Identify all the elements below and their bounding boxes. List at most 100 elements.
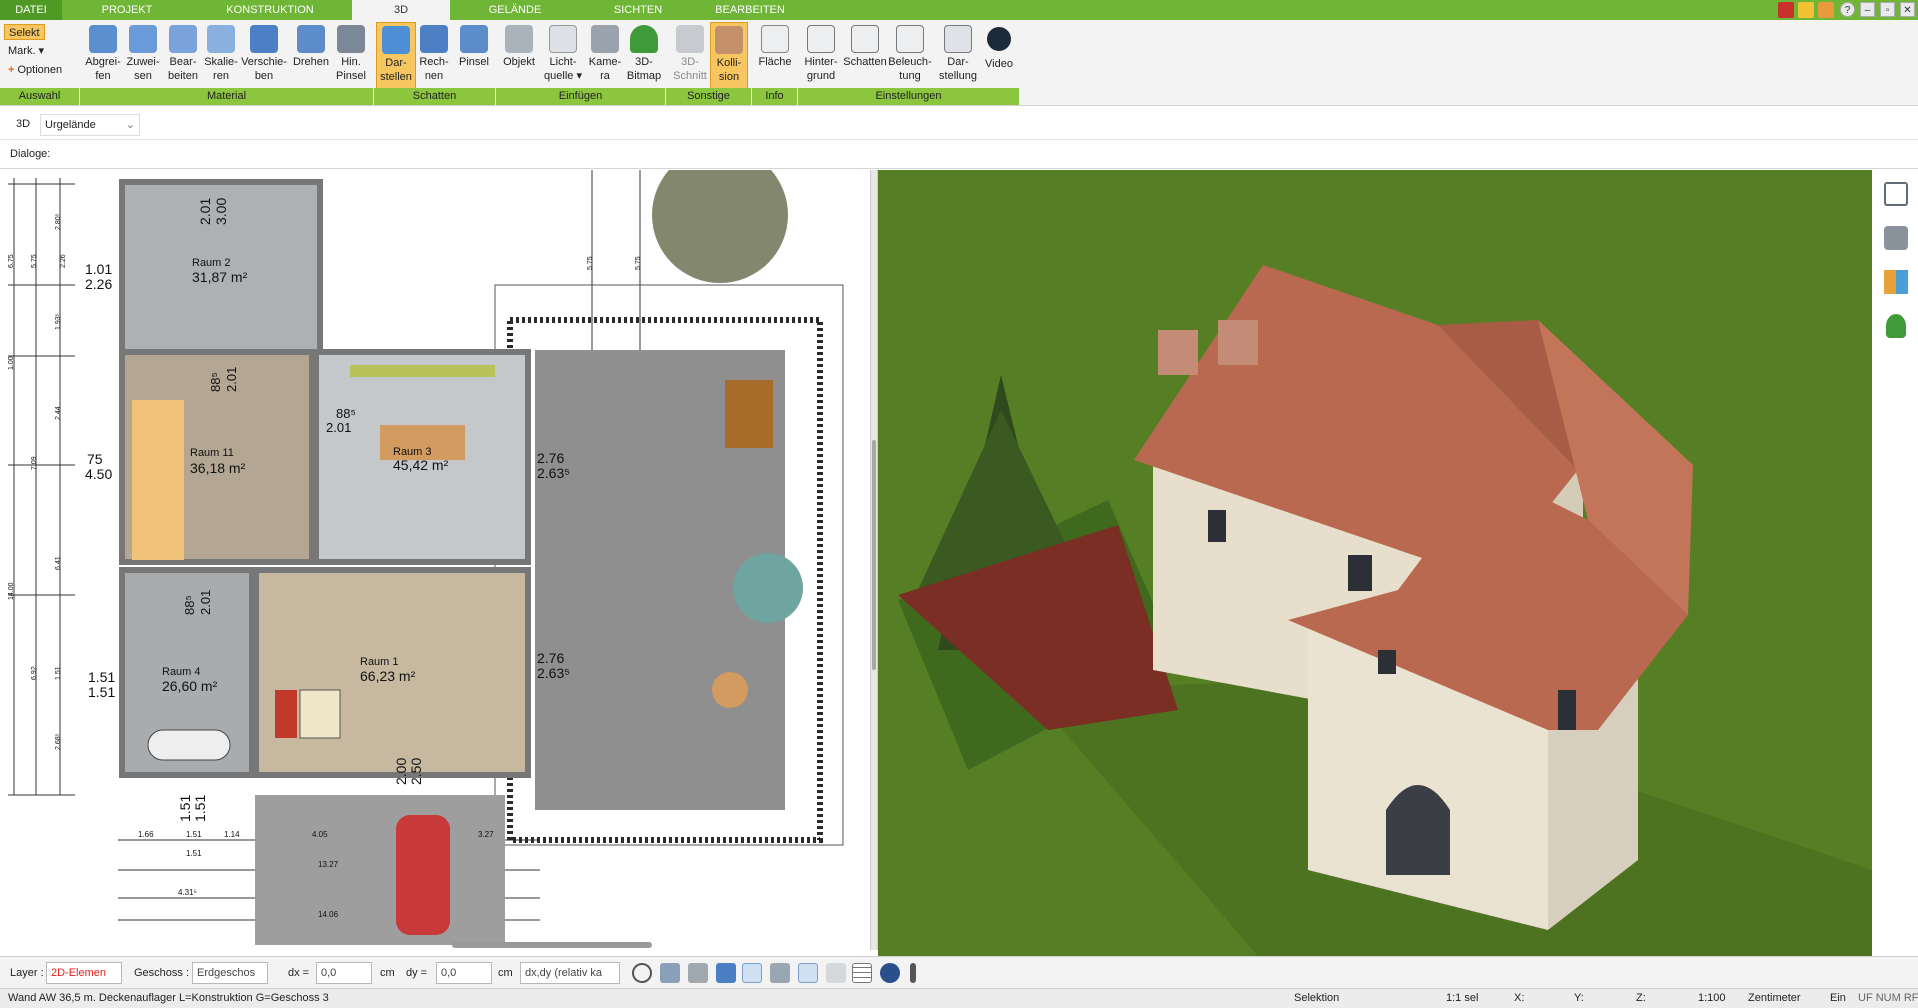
assign-material-label: Zuwei- sen (126, 56, 160, 82)
texture-icon[interactable] (826, 963, 846, 983)
round-table (712, 672, 748, 708)
bitmap-3d-button[interactable]: 3D- Bitmap (622, 22, 666, 90)
render-shadow-button[interactable]: Dar- stellen (376, 22, 416, 90)
tree-top-view (652, 170, 788, 283)
group-einstellungen: Einstellungen (798, 88, 1020, 105)
object-label: Objekt (503, 56, 535, 68)
select-button[interactable]: Selekt (4, 24, 45, 40)
dx-input[interactable]: 0,0 (316, 962, 372, 984)
window-layout-icon[interactable] (1818, 2, 1834, 18)
dim-v-5-75a: 5.75 (31, 254, 38, 268)
dim-s-14-06: 14.06 (318, 910, 339, 919)
tab-gelaende[interactable]: GELÄNDE (470, 0, 560, 20)
tab-sichten[interactable]: SICHTEN (598, 0, 678, 20)
shadow-settings-button[interactable]: Schatten (840, 22, 890, 90)
dim-v-2-68: 2.68⁵ (55, 733, 62, 750)
folder-icon[interactable] (1798, 2, 1814, 18)
minimize-button[interactable]: – (1860, 2, 1875, 17)
move-material-label: Verschie- ben (241, 56, 287, 82)
coordinate-mode-select[interactable]: dx,dy (relativ ka (520, 962, 620, 984)
monitor-icon[interactable] (660, 963, 680, 983)
area-button[interactable]: Fläche (754, 22, 796, 90)
calc-shadow-button[interactable]: Rech- nen (414, 22, 454, 90)
dim-2-01-c: 2.01 (198, 590, 213, 615)
materials-icon[interactable] (1884, 270, 1908, 294)
cube-icon (382, 26, 410, 54)
north-icon[interactable] (880, 963, 900, 983)
dormer-window-1 (1158, 330, 1198, 375)
parasol (733, 553, 803, 623)
object-button[interactable]: Objekt (498, 22, 540, 90)
dim-v-6-75: 6.75 (8, 254, 15, 268)
plane-tool-icon[interactable] (798, 963, 818, 983)
pencil-tool-icon[interactable] (1778, 2, 1794, 18)
plus-icon: + (8, 64, 15, 76)
tab-datei[interactable]: DATEI (0, 0, 62, 20)
layer-label: Layer : (10, 967, 44, 979)
section-3d-label: 3D- Schnitt (673, 56, 707, 82)
room-area-raum4: 26,60 m² (162, 678, 218, 694)
status-unit: Zentimeter (1748, 992, 1801, 1004)
terrain-select[interactable]: Urgelände ⌄ (40, 114, 140, 136)
dy-unit: cm (498, 967, 513, 979)
floor-select[interactable]: Erdgeschos (192, 962, 268, 984)
furniture-icon[interactable] (1884, 226, 1908, 250)
group-auswahl: Auswahl (0, 88, 80, 105)
shadow-brush-icon (460, 25, 488, 53)
status-flags: UF NUM RF (1858, 992, 1918, 1004)
3d-scene[interactable] (878, 170, 1872, 956)
draw-tool-icon[interactable] (742, 963, 762, 983)
dim-s-1-66: 1.66 (138, 830, 154, 839)
layers-icon[interactable] (1884, 182, 1908, 206)
cube-view-icon[interactable] (716, 963, 736, 983)
shadow-settings-label: Schatten (843, 56, 887, 68)
dim-v-2-80: 2.80⁵ (55, 213, 62, 230)
dy-input[interactable]: 0,0 (436, 962, 492, 984)
grid-icon[interactable] (852, 963, 872, 983)
dx-value: 0,0 (321, 967, 337, 979)
floor-plan-drawing[interactable]: Raum 2 31,87 m² Raum 11 36,18 m² Raum 3 … (0, 170, 870, 950)
status-y: Y: (1574, 992, 1584, 1004)
view-splitter[interactable] (870, 170, 878, 950)
floor-plan-view[interactable]: Raum 2 31,87 m² Raum 11 36,18 m² Raum 3 … (0, 170, 870, 950)
3d-view[interactable] (878, 170, 1872, 956)
camera-button[interactable]: Kame- ra (584, 22, 626, 90)
tab-konstruktion[interactable]: KONSTRUKTION (210, 0, 330, 20)
options-button[interactable]: + Optionen (4, 62, 66, 78)
lighting-button[interactable]: Beleuch- tung (886, 22, 934, 90)
tab-3d[interactable]: 3D (352, 0, 450, 20)
background-button[interactable]: Hinter- grund (798, 22, 844, 90)
group-info: Info (752, 88, 798, 105)
collision-button[interactable]: Kolli- sion (710, 22, 748, 90)
clock-icon[interactable] (632, 963, 652, 983)
snap-icon[interactable] (770, 963, 790, 983)
display-settings-label: Dar- stellung (939, 56, 977, 82)
close-button[interactable]: ✕ (1900, 2, 1915, 17)
window-3 (1378, 650, 1396, 674)
brush-material-button[interactable]: Hin. Pinsel (328, 22, 374, 90)
mark-dropdown[interactable]: Mark. ▾ (4, 43, 48, 59)
edit-material-label: Bear- beiten (168, 56, 198, 82)
dialogs-label: Dialoge: (10, 148, 51, 160)
maximize-button[interactable]: ▫ (1880, 2, 1895, 17)
tab-projekt[interactable]: PROJEKT (82, 0, 172, 20)
tree-icon (630, 25, 658, 53)
display-settings-button[interactable]: Dar- stellung (934, 22, 982, 90)
camera-view-icon[interactable] (688, 963, 708, 983)
help-icon[interactable]: ? (1840, 2, 1855, 17)
vertical-scrollbar[interactable] (872, 440, 876, 670)
terrain-value: Urgelände (45, 119, 96, 131)
more-icon[interactable] (910, 963, 916, 983)
dy-value: 0,0 (441, 967, 457, 979)
tab-bearbeiten[interactable]: BEARBEITEN (700, 0, 800, 20)
dim-s-4-05: 4.05 (312, 830, 328, 839)
layer-select[interactable]: 2D-Elemen (46, 962, 122, 984)
light-source-button[interactable]: Licht- quelle ▾ (540, 22, 586, 90)
shadow-brush-button[interactable]: Pinsel (452, 22, 496, 90)
video-button[interactable]: Video (978, 22, 1020, 90)
plants-icon[interactable] (1886, 314, 1906, 338)
room-name-raum1: Raum 1 (360, 656, 399, 668)
horizontal-scrollbar[interactable] (452, 942, 652, 948)
section-3d-button[interactable]: 3D- Schnitt (670, 22, 710, 90)
move-material-button[interactable]: Verschie- ben (238, 22, 290, 90)
